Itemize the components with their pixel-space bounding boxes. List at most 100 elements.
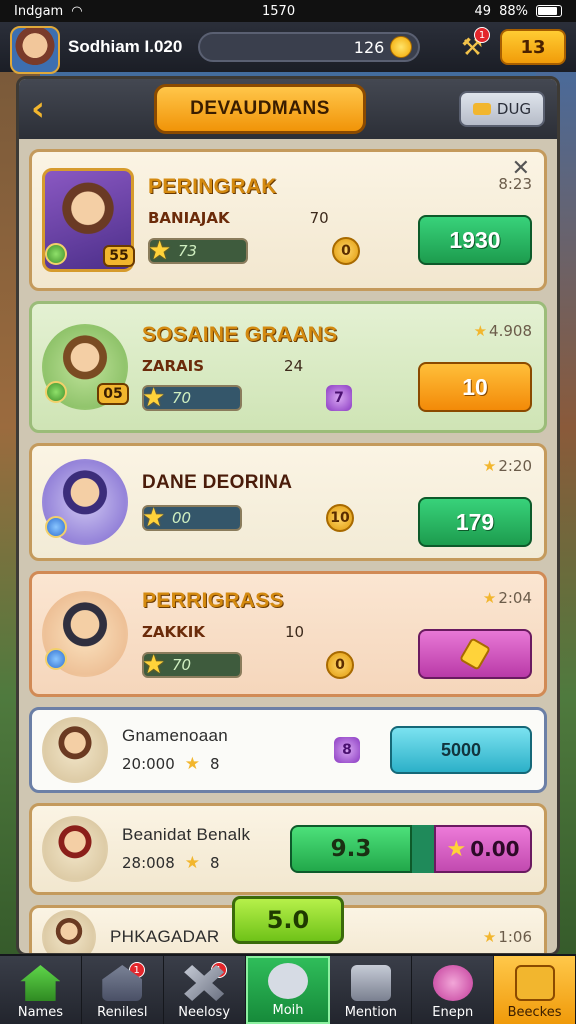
hero-card[interactable]: 05 SOSAINE GRAANS ZARAIS 24 ★ 70 7 4.908 [29, 301, 547, 433]
nav-item-mention[interactable]: Mention [330, 956, 413, 1024]
element-icon [45, 381, 67, 403]
clock: 1570 [262, 3, 296, 19]
timer: 1:06 [483, 928, 532, 946]
buy-button[interactable]: 5000 [390, 726, 532, 774]
hero-card[interactable]: ✕ 55 PERINGRAK BANIAJAK 70 ★ 73 0 8:23 1… [29, 149, 547, 291]
hero-name: Beanidat Benalk [122, 825, 251, 844]
player-avatar[interactable] [10, 26, 60, 74]
star-icon: ★ [446, 836, 467, 862]
nav-label: Moih [272, 1003, 304, 1018]
home-icon [20, 965, 61, 1001]
hero-name: PERINGRAK [148, 175, 277, 198]
player-name: Sodhiam I.020 [68, 37, 183, 56]
xp-value: 00 [172, 509, 192, 527]
nav-label: Beeckes [507, 1005, 562, 1020]
hero-info: PERINGRAK BANIAJAK 70 ★ 73 0 [134, 175, 412, 266]
hero-portrait [42, 717, 108, 783]
hero-name: PERRIGRASS [142, 589, 284, 612]
nav-item-enepn[interactable]: Enepn [412, 956, 495, 1024]
notification-badge: 1 [474, 27, 490, 43]
buy-star-button[interactable]: ★ 0.00 [434, 825, 532, 873]
star-count: 8 [210, 755, 220, 773]
star-icon: ★ [184, 754, 201, 774]
star-count: 8 [210, 854, 220, 872]
top-header: Sodhiam I.020 126 ⚒ 1 13 [0, 22, 576, 74]
hero-info: PERRIGRASS ZAKKIK 10 ★ 70 0 [128, 589, 412, 680]
gem-balance-button[interactable]: 13 [500, 29, 566, 65]
level-badge: 55 [103, 245, 135, 267]
upgrade-button[interactable]: 10 [418, 362, 532, 412]
claim-button[interactable]: 5.0 [232, 896, 344, 944]
ticket-icon [472, 103, 491, 115]
star-icon: ★ [184, 853, 201, 873]
hero-subtitle: BANIAJAK [148, 209, 230, 227]
hero-portrait [42, 591, 128, 677]
buy-star-value: 0.00 [470, 837, 520, 861]
bottom-nav: Names 1 Renilesl 1 Neelosy Moih Mention … [0, 954, 576, 1024]
hero-info: Gnamenoaan 20:000 ★ 8 [108, 726, 334, 774]
nav-label: Mention [344, 1005, 398, 1020]
xp-value: 73 [178, 242, 198, 260]
hero-info: SOSAINE GRAANS ZARAIS 24 ★ 70 7 [128, 323, 412, 413]
nav-label: Enepn [432, 1005, 474, 1020]
status-bar: Indgam ◠ 1570 49 88% [0, 0, 576, 22]
nav-label: Names [17, 1005, 63, 1020]
hero-portrait: 05 [42, 324, 129, 410]
battery-icon [535, 5, 562, 17]
hero-subtitle: 20:000 [122, 755, 175, 773]
hero-card[interactable]: PERRIGRASS ZAKKIK 10 ★ 70 0 2:04 [29, 571, 547, 697]
filter-button[interactable]: DUG [459, 91, 545, 127]
back-arrow-icon[interactable]: ‹ [31, 89, 61, 129]
crate-icon [350, 965, 391, 1001]
gem-value: 8 [334, 737, 360, 763]
buy-green-button[interactable]: 9.3 [290, 825, 412, 873]
coin-value: 10 [326, 504, 354, 532]
hero-card[interactable]: DANE DEORINA ★ 00 10 2:20 179 [29, 443, 547, 561]
ticket-icon [458, 637, 492, 671]
timer: 4.908 [474, 322, 532, 340]
coin-balance[interactable]: 126 [198, 32, 421, 62]
nav-item-moih[interactable]: Moih [245, 956, 331, 1024]
hero-name: Gnamenoaan [122, 726, 229, 745]
hero-card[interactable]: Beanidat Benalk 28:008 ★ 8 9.3 ★ 0.00 [29, 803, 547, 895]
helmet-icon [268, 963, 308, 999]
carrier-label: Indgam [14, 3, 64, 19]
upgrade-button[interactable]: 179 [418, 497, 532, 547]
hero-stat: 24 [284, 357, 304, 375]
xp-bar: ★ 73 [148, 236, 248, 266]
ticket-button[interactable] [418, 629, 532, 679]
level-badge: 05 [97, 383, 129, 405]
nav-item-neelosy[interactable]: 1 Neelosy [164, 956, 246, 1024]
hero-stat: 10 [284, 623, 305, 641]
nav-item-names[interactable]: Names [0, 956, 82, 1024]
xp-bar: ★ 70 [142, 650, 242, 680]
xp-bar: ★ 70 [142, 383, 242, 413]
xp-value: 70 [172, 656, 192, 674]
nav-label: Neelosy [178, 1005, 231, 1020]
mail-icon [514, 965, 555, 1001]
star-icon: ★ [142, 503, 166, 533]
nav-label: Renilesl [97, 1005, 148, 1020]
element-icon [45, 243, 67, 265]
close-icon[interactable]: ✕ [512, 156, 530, 181]
hero-portrait: 55 [42, 168, 135, 272]
hero-name: SOSAINE GRAANS [142, 323, 338, 346]
xp-bar: ★ 00 [142, 503, 242, 533]
xp-value: 70 [172, 389, 192, 407]
upgrade-button[interactable]: 1930 [418, 215, 532, 265]
hero-card[interactable]: Gnamenoaan 20:000 ★ 8 8 5000 [29, 707, 547, 793]
hero-subtitle: 28:008 [122, 854, 175, 872]
nav-item-beeckes[interactable]: Beeckes [494, 956, 576, 1024]
battery-percent: 88% [499, 3, 528, 19]
star-icon: ★ [142, 650, 166, 680]
star-icon: ★ [142, 383, 166, 413]
hero-info: Beanidat Benalk 28:008 ★ 8 [108, 825, 290, 873]
hammer-button[interactable]: ⚒ 1 [452, 27, 492, 67]
divider [412, 825, 434, 873]
nav-item-renilesl[interactable]: 1 Renilesl [82, 956, 164, 1024]
coin-amount: 126 [353, 37, 385, 57]
star-icon: ★ [148, 236, 172, 266]
swords-icon [184, 965, 225, 1001]
element-icon [45, 648, 67, 670]
hero-list: ✕ 55 PERINGRAK BANIAJAK 70 ★ 73 0 8:23 1… [19, 139, 557, 953]
